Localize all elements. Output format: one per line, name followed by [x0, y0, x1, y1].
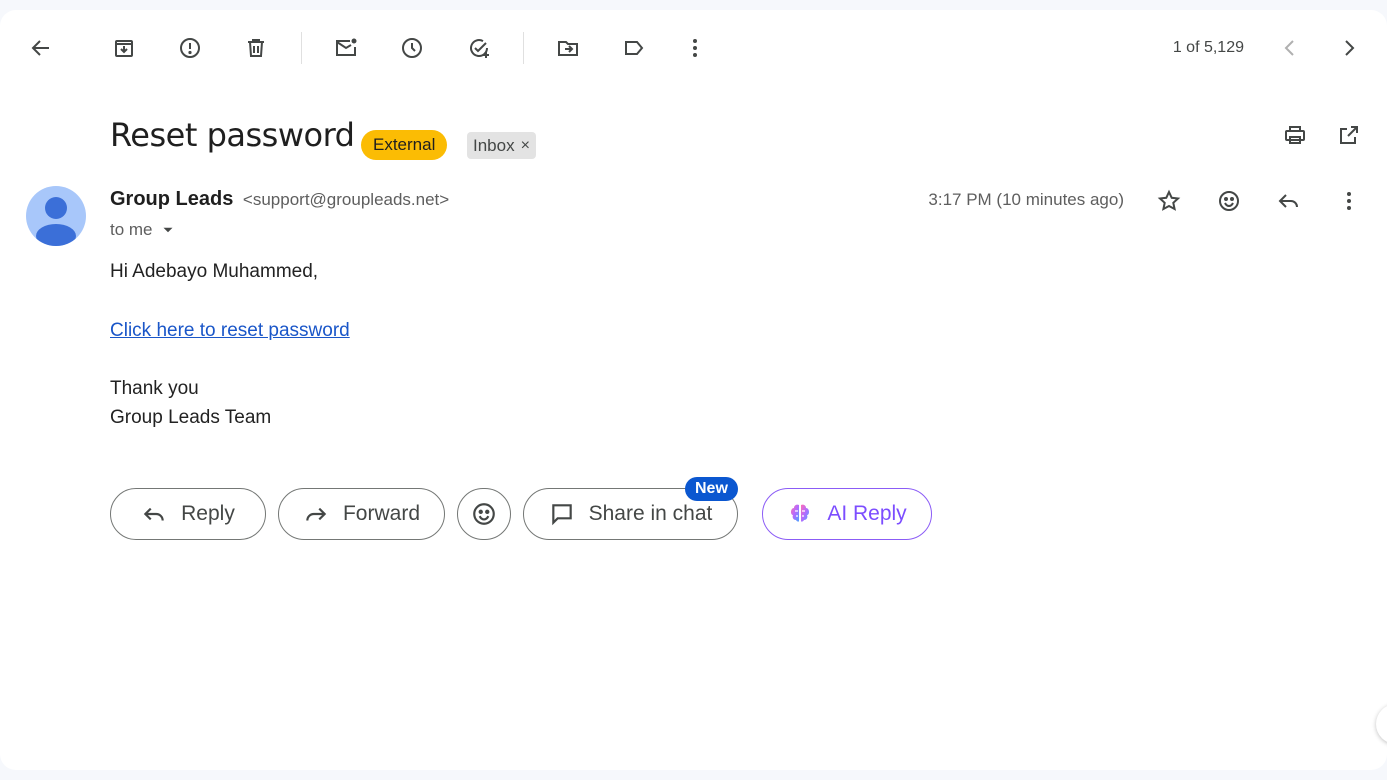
email-timestamp: 3:17 PM (10 minutes ago) [928, 190, 1124, 209]
forward-button[interactable]: Forward [278, 488, 445, 540]
reply-icon [143, 507, 164, 521]
share-in-chat-label: Share in chat [588, 502, 713, 525]
ai-reply-label: AI Reply [827, 502, 907, 525]
mark-unread-button[interactable] [326, 28, 366, 68]
more-vertical-icon [693, 39, 697, 57]
inbox-label-text: Inbox [473, 136, 515, 155]
delete-button[interactable] [236, 28, 276, 68]
report-spam-icon [180, 38, 200, 58]
forward-icon [306, 507, 327, 521]
closing-text: Thank you [110, 378, 199, 399]
label-button[interactable] [614, 28, 654, 68]
signature-text: Group Leads Team [110, 407, 272, 428]
reply-label: Reply [181, 502, 235, 525]
trash-icon [248, 39, 264, 57]
sender-name: Group Leads [110, 188, 234, 210]
snooze-clock-icon [402, 38, 422, 58]
toolbar-divider [301, 32, 302, 64]
side-panel-toggle[interactable] [1376, 704, 1387, 744]
emoji-button[interactable] [457, 488, 511, 540]
ai-brain-icon [791, 504, 810, 522]
external-label-chip: External [361, 130, 448, 160]
caret-down-icon [163, 227, 173, 233]
person-icon [36, 197, 76, 246]
sender-email: <support@groupleads.net> [242, 190, 450, 209]
report-spam-button[interactable] [170, 28, 210, 68]
reply-button[interactable]: Reply [110, 488, 266, 540]
chevron-right-icon [1345, 40, 1355, 56]
smiley-icon [1219, 191, 1239, 211]
chevron-left-icon [1284, 40, 1294, 56]
open-new-window-button[interactable] [1329, 115, 1369, 155]
label-icon [625, 41, 644, 55]
inbox-label-chip[interactable]: Inbox × [467, 132, 536, 159]
mark-unread-icon [336, 38, 357, 56]
email-subject: Reset password [110, 116, 355, 154]
emoji-react-button[interactable] [1209, 181, 1249, 221]
smiley-icon [473, 503, 495, 525]
print-icon [1285, 126, 1305, 144]
add-task-button[interactable] [459, 28, 499, 68]
email-panel: 1 of 5,129 Reset password External Inbox… [0, 10, 1387, 770]
pager-count: 1 of 5,129 [1172, 39, 1244, 56]
back-arrow-icon [31, 40, 49, 56]
toolbar-divider [523, 32, 524, 64]
more-vertical-icon [1347, 192, 1351, 210]
star-icon [1157, 189, 1181, 211]
recipient-text: to me [110, 220, 153, 239]
remove-label-icon[interactable]: × [521, 132, 530, 159]
sender-line: Group Leads <support@groupleads.net> [110, 188, 449, 211]
reset-password-link[interactable]: Click here to reset password [110, 320, 350, 342]
greeting-text: Hi Adebayo Muhammed, [110, 261, 319, 282]
print-button[interactable] [1275, 115, 1315, 155]
avatar [26, 186, 86, 246]
chat-bubble-icon [551, 504, 572, 526]
newer-button[interactable] [1270, 28, 1310, 68]
back-button[interactable] [21, 28, 61, 68]
open-in-new-icon [1340, 126, 1358, 144]
archive-button[interactable] [104, 28, 144, 68]
more-options-button[interactable] [675, 28, 715, 68]
older-button[interactable] [1329, 28, 1369, 68]
ai-reply-button[interactable]: AI Reply [762, 488, 932, 540]
message-more-button[interactable] [1329, 181, 1369, 221]
reply-icon [1278, 194, 1298, 208]
move-to-button[interactable] [548, 28, 588, 68]
move-to-icon [558, 41, 578, 56]
new-badge: New [685, 477, 738, 501]
reply-icon-button[interactable] [1269, 181, 1309, 221]
add-task-icon [470, 39, 489, 58]
snooze-button[interactable] [392, 28, 432, 68]
forward-label: Forward [342, 502, 421, 525]
star-button[interactable] [1149, 181, 1189, 221]
recipient-toggle[interactable]: to me [110, 220, 177, 240]
archive-icon [115, 40, 133, 57]
